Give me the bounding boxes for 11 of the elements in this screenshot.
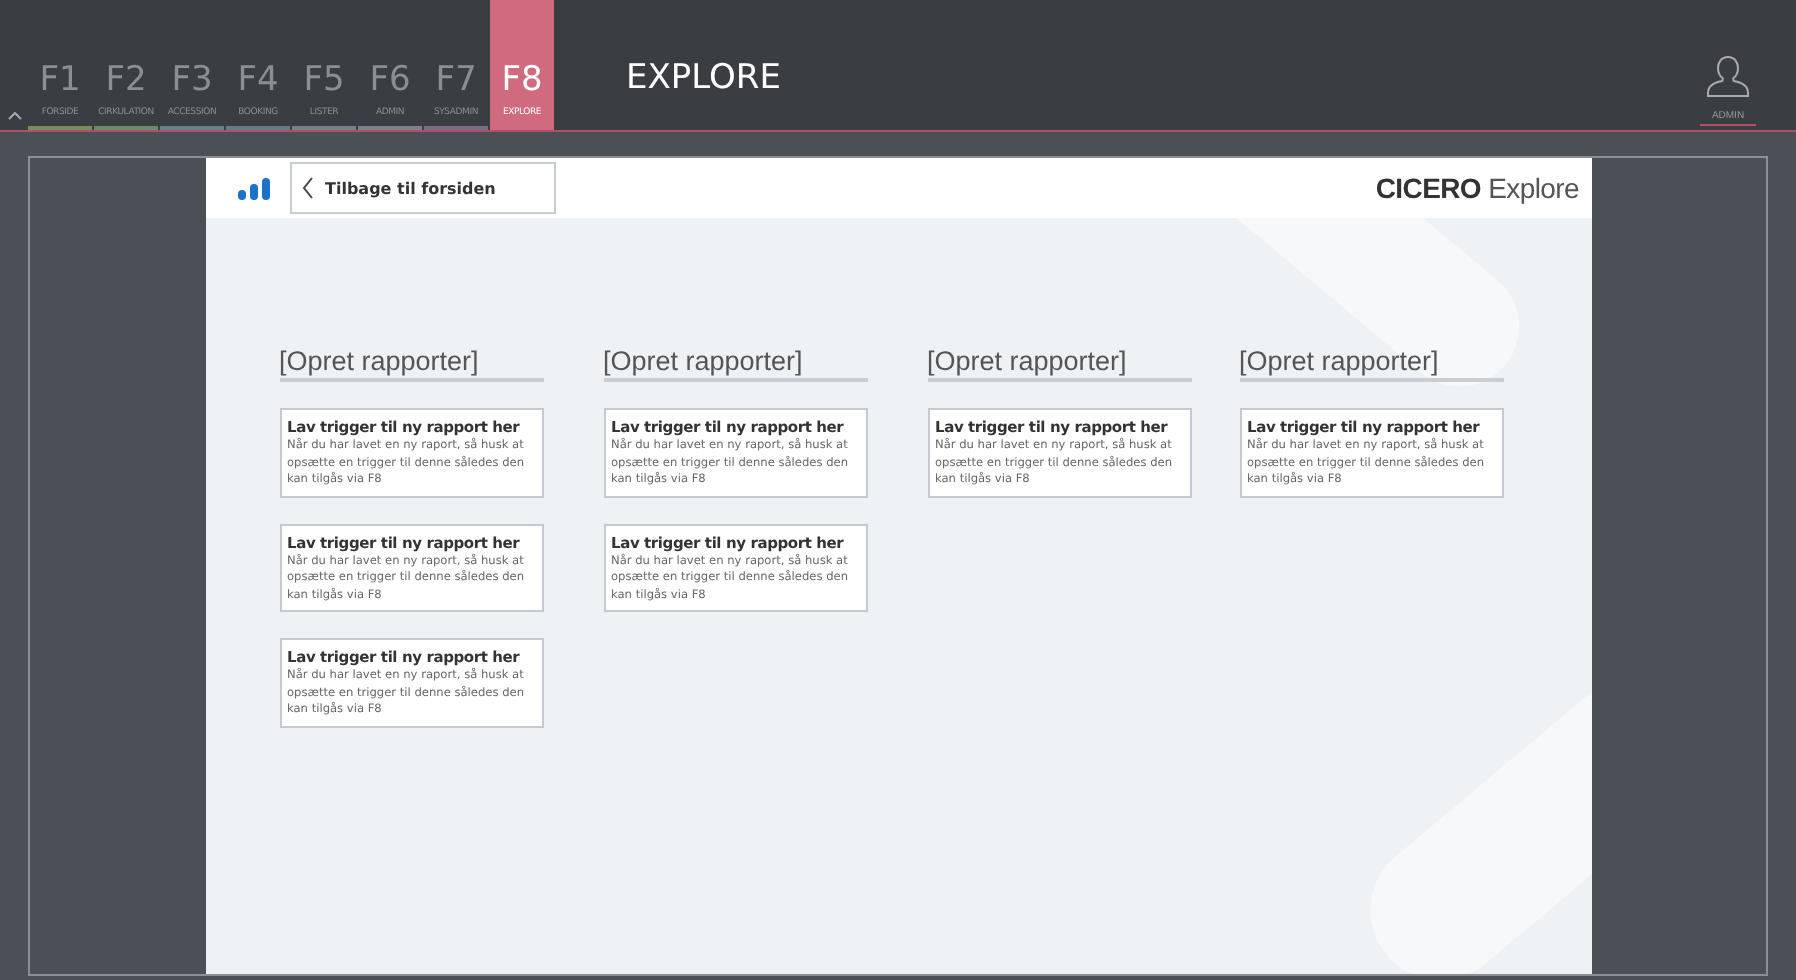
section-heading: [Opret rapporter] <box>603 346 867 382</box>
signal-bars-icon <box>237 177 273 199</box>
chevron-left-icon <box>301 176 313 200</box>
back-button[interactable]: Tilbage til forsiden <box>289 162 555 214</box>
section-heading: [Opret rapporter] <box>1239 346 1503 382</box>
collapse-caret-icon[interactable] <box>8 112 22 120</box>
page-title: EXPLORE <box>626 58 781 98</box>
section-heading: [Opret rapporter] <box>279 346 543 382</box>
logo: CICERO Explore <box>1375 172 1579 204</box>
section-heading: [Opret rapporter] <box>927 346 1191 382</box>
user-icon <box>1704 54 1752 98</box>
